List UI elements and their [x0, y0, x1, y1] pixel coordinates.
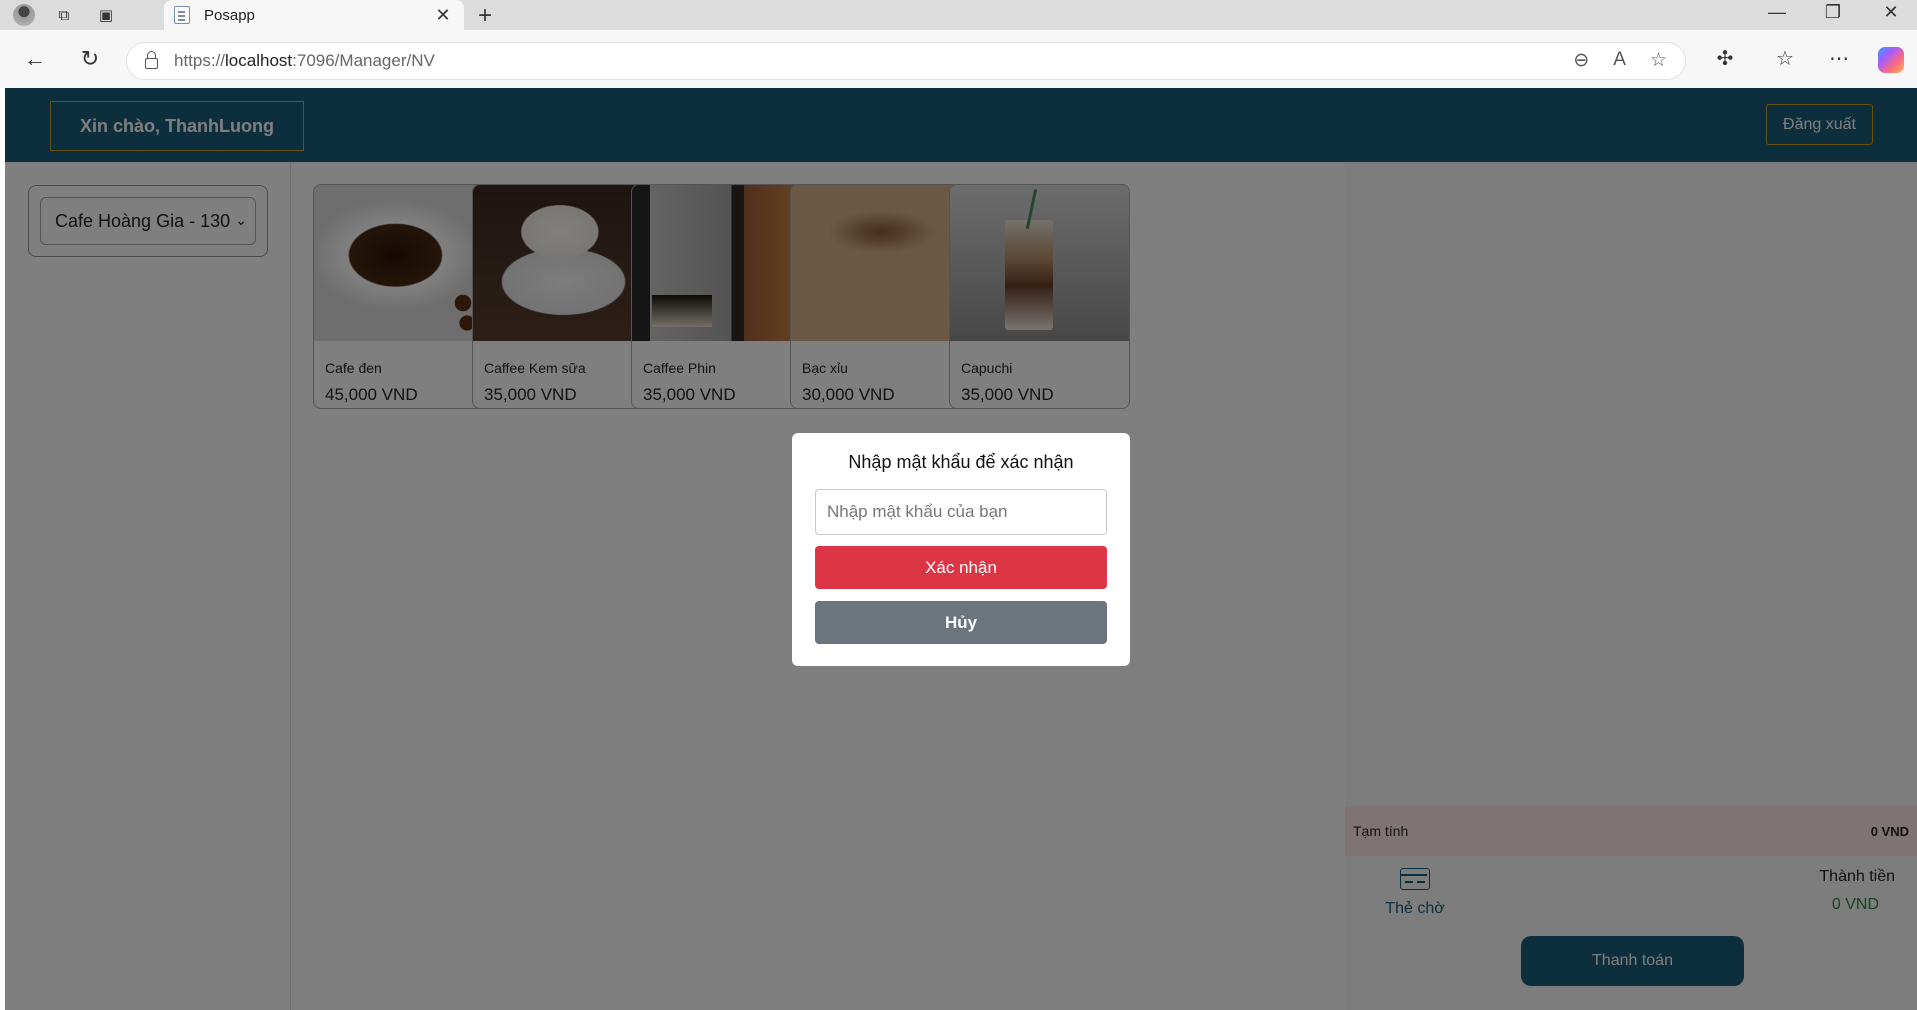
lock-icon [145, 51, 158, 69]
password-input[interactable] [815, 489, 1107, 535]
read-aloud-icon[interactable]: A [1613, 49, 1626, 72]
page-favicon-icon [174, 6, 190, 24]
browser-tab[interactable]: Posapp ✕ [164, 0, 464, 30]
tab-title: Posapp [204, 6, 255, 24]
tab-close-icon[interactable]: ✕ [432, 5, 454, 26]
workspaces-icon[interactable]: ⧉ [50, 3, 78, 27]
favorites-icon[interactable]: ☆ [1770, 46, 1800, 71]
profile-avatar[interactable] [10, 3, 38, 27]
copilot-icon[interactable] [1878, 47, 1904, 73]
reload-icon[interactable]: ↻ [75, 46, 105, 72]
more-menu-icon[interactable]: ⋯ [1824, 46, 1854, 71]
favorite-star-icon[interactable]: ☆ [1650, 49, 1667, 72]
tab-actions-icon[interactable]: ▣ [92, 3, 120, 27]
extensions-icon[interactable]: ✣ [1710, 46, 1740, 71]
zoom-icon[interactable]: ⊖ [1573, 49, 1589, 72]
window-close-icon[interactable]: ✕ [1871, 2, 1911, 23]
back-icon[interactable]: ← [20, 46, 50, 72]
dialog-title: Nhập mật khẩu để xác nhận [848, 452, 1074, 472]
new-tab-icon[interactable]: + [478, 2, 492, 30]
cancel-button[interactable]: Hủy [815, 601, 1107, 644]
avatar-icon [13, 4, 35, 26]
address-bar[interactable]: https://localhost:7096/Manager/NV ⊖ A ☆ [126, 42, 1686, 80]
confirm-button[interactable]: Xác nhận [815, 546, 1107, 589]
app-page: Xin chào, ThanhLuong Đăng xuất Cafe Hoàn… [5, 88, 1917, 1010]
browser-tab-bar: ⧉ ▣ Posapp ✕ + — ❐ ✕ [0, 0, 1917, 30]
minimize-icon[interactable]: — [1757, 2, 1797, 23]
restore-icon[interactable]: ❐ [1813, 2, 1853, 23]
browser-toolbar: ← ↻ https://localhost:7096/Manager/NV ⊖ … [0, 30, 1917, 88]
password-confirm-dialog: Nhập mật khẩu để xác nhận Xác nhận Hủy [792, 433, 1130, 666]
url-text: https://localhost:7096/Manager/NV [174, 51, 435, 70]
